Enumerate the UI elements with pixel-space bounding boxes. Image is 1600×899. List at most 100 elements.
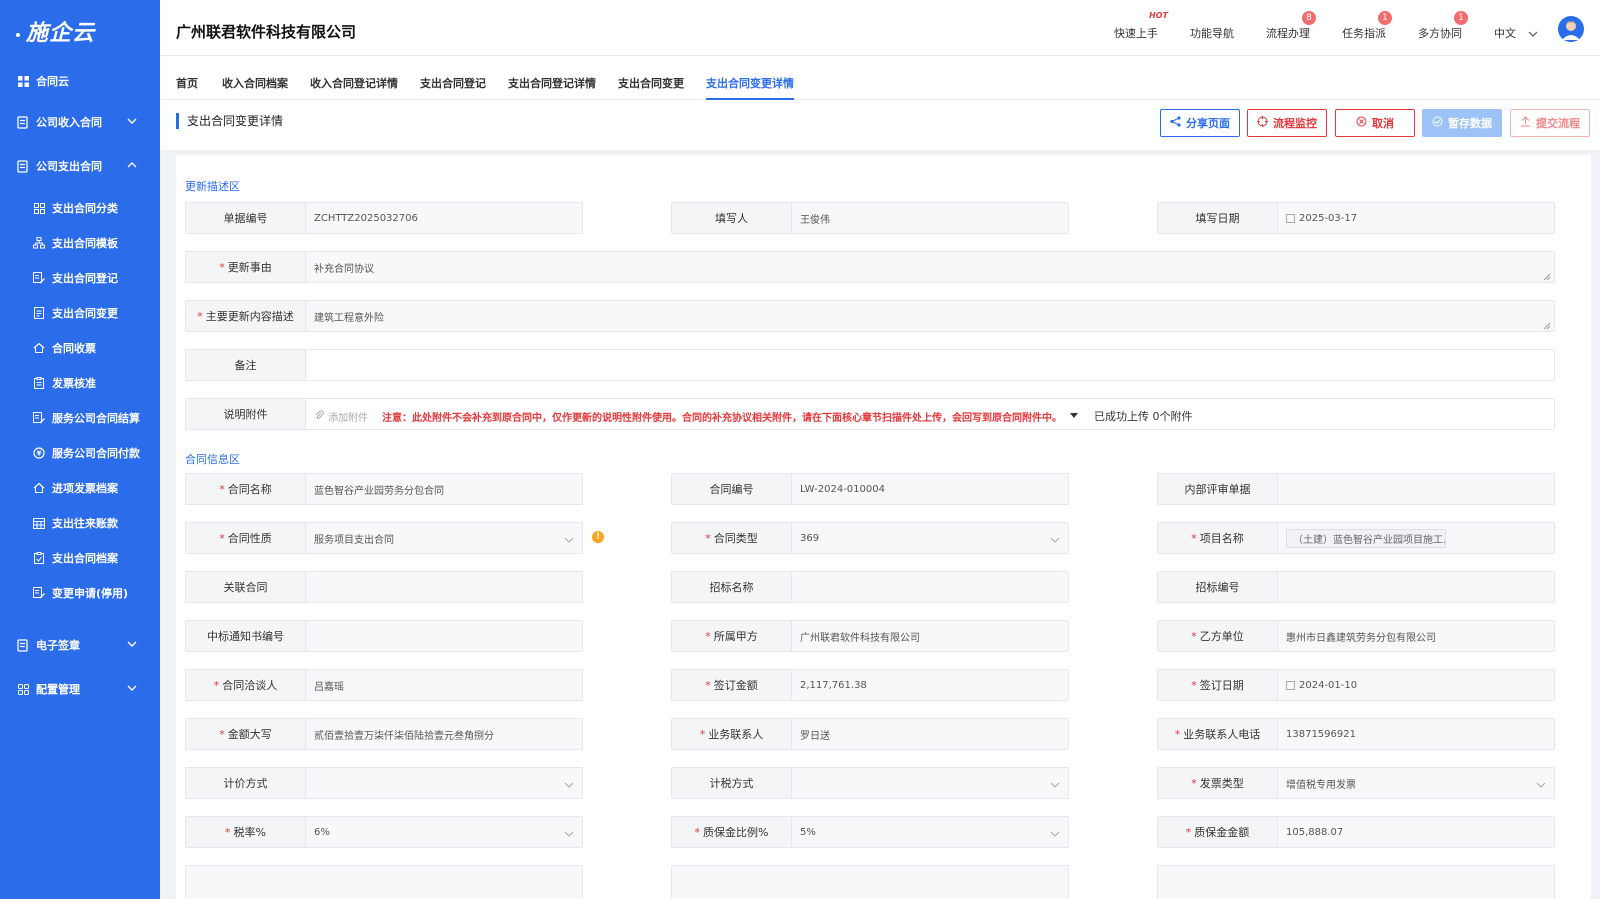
invoice-type-select[interactable]: 增值税专用发票 [1286,768,1526,798]
sidebar-sub-input-invoice[interactable]: 进项发票档案 [0,473,160,503]
bid-name-value[interactable] [800,572,1040,602]
tab-expense-change[interactable]: 支出合同变更 [618,75,684,91]
contract-nature-select[interactable]: 服务项目支出合同 [314,523,554,553]
amount-cn-value[interactable]: 贰佰壹拾壹万柒仟柒佰陆拾壹元叁角捌分 [314,719,554,749]
contract-code-value[interactable]: LW-2024-010004 [800,474,1040,504]
grid-icon [16,682,30,696]
avatar[interactable] [1558,16,1584,42]
project-name-field: * 项目名称 （土建）蓝色智谷产业园项目施工... [1157,522,1555,554]
party-b-value[interactable]: 惠州市日鑫建筑劳务分包有限公司 [1286,621,1526,651]
sidebar-sub-expense-category[interactable]: 支出合同分类 [0,193,160,223]
resize-handle-icon[interactable] [1543,271,1551,281]
tax-rate-select[interactable]: 6% [314,817,554,847]
pricing-field: 计价方式 [185,767,583,799]
form-panel: 更新描述区 单据编号 ZCHTTZ2025032706 填写人 王俊伟 填写日期… [176,155,1591,899]
caret-down-icon[interactable] [1070,411,1078,422]
sidebar-sub-expense-template[interactable]: 支出合同模板 [0,228,160,258]
sidebar-item-contract-cloud[interactable]: 合同云 [0,66,160,96]
warning-icon[interactable]: ! [592,531,604,543]
tree-icon [32,236,46,250]
label-text: 质保金比例% [703,826,769,839]
sidebar-sub-expense-accounts[interactable]: 支出往来账款 [0,508,160,538]
task-assign-button[interactable]: 任务指派 1 [1342,11,1392,41]
party-a-value[interactable]: 广州联君软件科技有限公司 [800,621,1040,651]
sidebar-item-config[interactable]: 配置管理 [0,674,160,704]
logo[interactable]: 施企云 [0,0,160,62]
notice-no-value[interactable] [314,621,554,651]
sidebar-sub-change-request[interactable]: 变更申请(停用) [0,578,160,608]
sidebar-item-label: 配置管理 [36,683,80,696]
tax-method-field: 计税方式 [671,767,1069,799]
sidebar-sub-expense-archive[interactable]: 支出合同档案 [0,543,160,573]
home-icon [32,341,46,355]
section-title-contract: 合同信息区 [185,453,240,466]
quick-start-button[interactable]: 快速上手 HOT [1114,11,1168,41]
related-contract-value[interactable] [314,572,554,602]
tab-expense-register[interactable]: 支出合同登记 [420,75,486,91]
sidebar-item-expense-contract[interactable]: 公司支出合同 [0,151,160,181]
biz-phone-field: * 业务联系人电话 13871596921 [1157,718,1555,750]
pricing-select[interactable] [314,768,554,798]
deposit-amount-field: * 质保金金额 105,888.07 [1157,816,1555,848]
tab-income-register-detail[interactable]: 收入合同登记详情 [310,75,398,91]
tab-income-archive[interactable]: 收入合同档案 [222,75,288,91]
document-icon [16,115,30,129]
main-desc-textarea[interactable]: 建筑工程意外险 [314,301,1526,331]
field-label: * 合同性质 [186,523,306,553]
filler-value[interactable]: 王俊伟 [800,203,1040,233]
cancel-button[interactable]: 取消 [1335,109,1415,137]
resize-handle-icon[interactable] [1543,320,1551,330]
sidebar-sub-expense-change[interactable]: 支出合同变更 [0,298,160,328]
field-label: 内部评审单据 [1158,474,1278,504]
biz-phone-value[interactable]: 13871596921 [1286,719,1526,749]
sign-amount-value[interactable]: 2,117,761.38 [800,670,1040,700]
sidebar-item-label: 电子签章 [36,639,80,652]
project-name-select[interactable]: （土建）蓝色智谷产业园项目施工... [1286,523,1526,553]
required-mark: * [694,825,701,839]
contract-type-select[interactable]: 369 [800,523,1040,553]
tab-expense-change-detail[interactable]: 支出合同变更详情 [706,75,794,91]
field-label: * 业务联系人 [672,719,792,749]
remark-input[interactable] [314,350,1526,380]
sidebar-sub-service-settlement[interactable]: 服务公司合同结算 [0,403,160,433]
add-attachment-button[interactable]: 添加附件 [314,409,368,424]
bid-no-field: 招标编号 [1157,571,1555,603]
field-label: * 签订日期 [1158,670,1278,700]
sidebar-item-income-contract[interactable]: 公司收入合同 [0,107,160,137]
project-tag[interactable]: （土建）蓝色智谷产业园项目施工... [1286,528,1446,548]
required-mark: * [197,309,203,323]
fill-date-input[interactable]: 2025-03-17 [1286,203,1526,233]
review-doc-value[interactable] [1286,474,1526,504]
function-nav-button[interactable]: 功能导航 [1190,25,1234,41]
contract-name-value[interactable]: 蓝色智谷产业园劳务分包合同 [314,474,554,504]
logo-text: 施企云 [26,21,96,46]
label-text: 更新事由 [227,261,272,274]
sidebar-sub-expense-register[interactable]: 支出合同登记 [0,263,160,293]
negotiator-value[interactable]: 吕嘉瑶 [314,670,554,700]
sidebar-sub-service-payment[interactable]: ¥ 服务公司合同付款 [0,438,160,468]
process-handle-button[interactable]: 流程办理 8 [1266,11,1316,41]
reason-textarea[interactable]: 补充合同协议 [314,252,1526,282]
deposit-ratio-select[interactable]: 5% [800,817,1040,847]
collaboration-button[interactable]: 多方协同 1 [1418,11,1468,41]
save-draft-button[interactable]: 暂存数据 [1422,109,1502,137]
sidebar-sub-invoice-receive[interactable]: 合同收票 [0,333,160,363]
submit-process-button[interactable]: 提交流程 [1510,109,1590,137]
tab-expense-register-detail[interactable]: 支出合同登记详情 [508,75,596,91]
deposit-amount-value[interactable]: 105,888.07 [1286,817,1526,847]
sidebar-sub-invoice-approve[interactable]: 发票核准 [0,368,160,398]
tax-method-select[interactable] [800,768,1040,798]
party-b-field: * 乙方单位 惠州市日鑫建筑劳务分包有限公司 [1157,620,1555,652]
share-page-button[interactable]: 分享页面 [1160,109,1240,137]
calendar-icon [32,516,46,530]
tab-home[interactable]: 首页 [176,75,198,91]
process-monitor-button[interactable]: 流程监控 [1247,109,1327,137]
sign-date-input[interactable]: 2024-01-10 [1286,670,1526,700]
doc-no-value[interactable]: ZCHTTZ2025032706 [314,203,554,233]
bid-no-value[interactable] [1286,572,1526,602]
sidebar-item-e-seal[interactable]: 电子签章 [0,630,160,660]
logo-dot [16,33,20,37]
language-select[interactable]: 中文 [1494,25,1538,41]
chevron-down-icon [1050,534,1060,543]
biz-contact-value[interactable]: 罗日送 [800,719,1040,749]
